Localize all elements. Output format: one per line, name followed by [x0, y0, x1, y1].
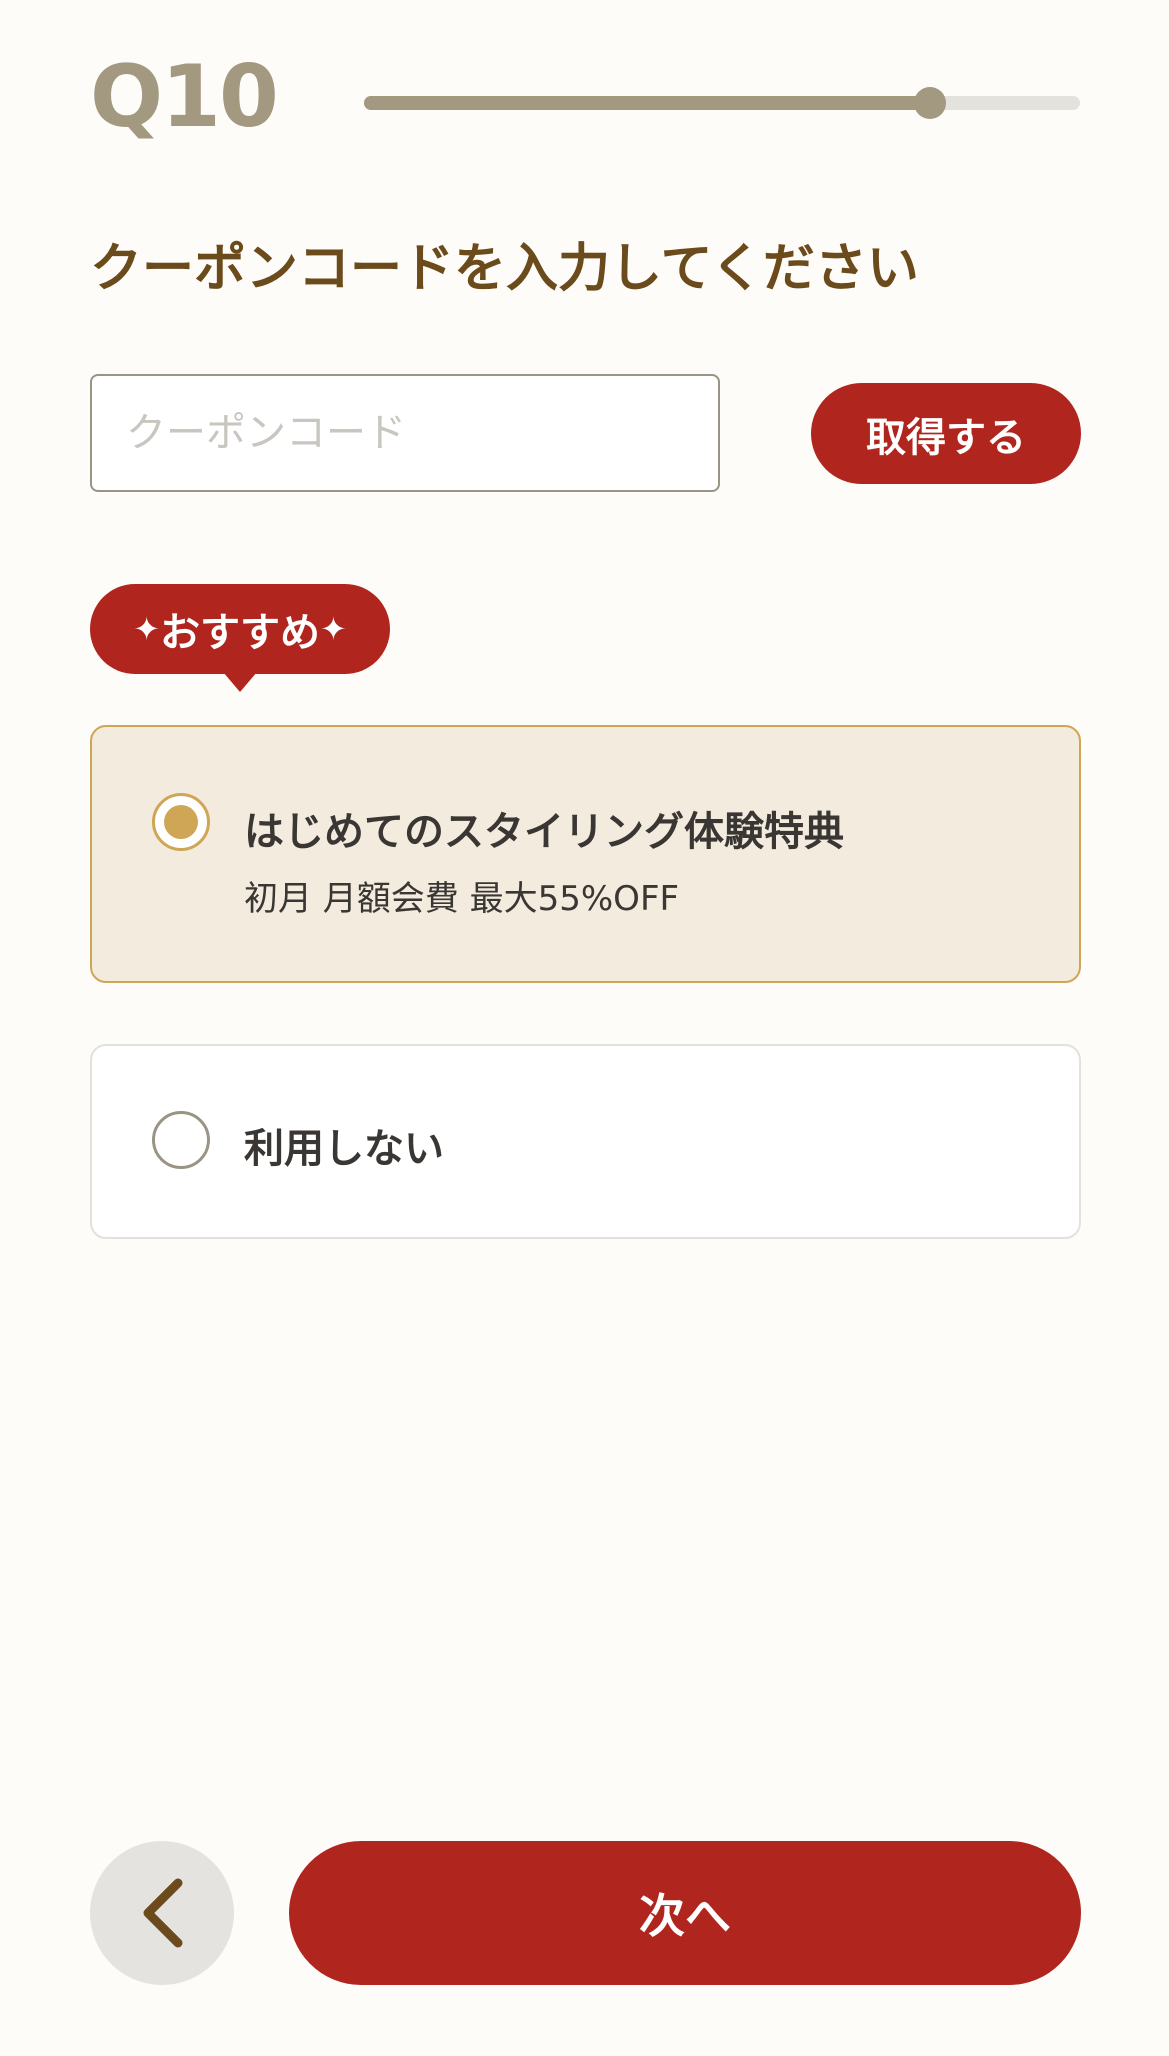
- sparkle-icon: ✦: [320, 610, 347, 648]
- option-first-styling-offer[interactable]: はじめてのスタイリング体験特典 初月 月額会費 最大55%OFF: [90, 725, 1081, 983]
- radio-button[interactable]: [152, 1111, 210, 1169]
- sparkle-icon: ✦: [133, 610, 160, 648]
- progress-bar: [364, 87, 1080, 119]
- recommend-badge: ✦ おすすめ ✦: [90, 584, 390, 674]
- progress-thumb: [913, 87, 946, 119]
- recommend-badge-label: おすすめ: [160, 610, 320, 656]
- back-button[interactable]: [90, 1841, 234, 1985]
- radio-button-selected[interactable]: [152, 793, 210, 851]
- option-subtitle: 初月 月額会費 最大55%OFF: [244, 879, 680, 919]
- coupon-question-page: Q10 クーポンコードを入力してください 取得する ✦ おすすめ ✦ はじめての…: [0, 0, 1169, 2056]
- question-number: Q10: [90, 47, 279, 147]
- chevron-left-icon: [143, 1878, 183, 1948]
- option-do-not-use[interactable]: 利用しない: [90, 1044, 1081, 1239]
- radio-dot: [164, 805, 198, 839]
- badge-pointer: [223, 672, 257, 692]
- get-coupon-button[interactable]: 取得する: [811, 383, 1081, 484]
- coupon-code-input[interactable]: [90, 374, 720, 492]
- progress-fill: [364, 96, 930, 110]
- page-title: クーポンコードを入力してください: [90, 239, 919, 299]
- option-title: 利用しない: [244, 1126, 444, 1172]
- next-button[interactable]: 次へ: [289, 1841, 1081, 1985]
- option-title: はじめてのスタイリング体験特典: [244, 809, 844, 855]
